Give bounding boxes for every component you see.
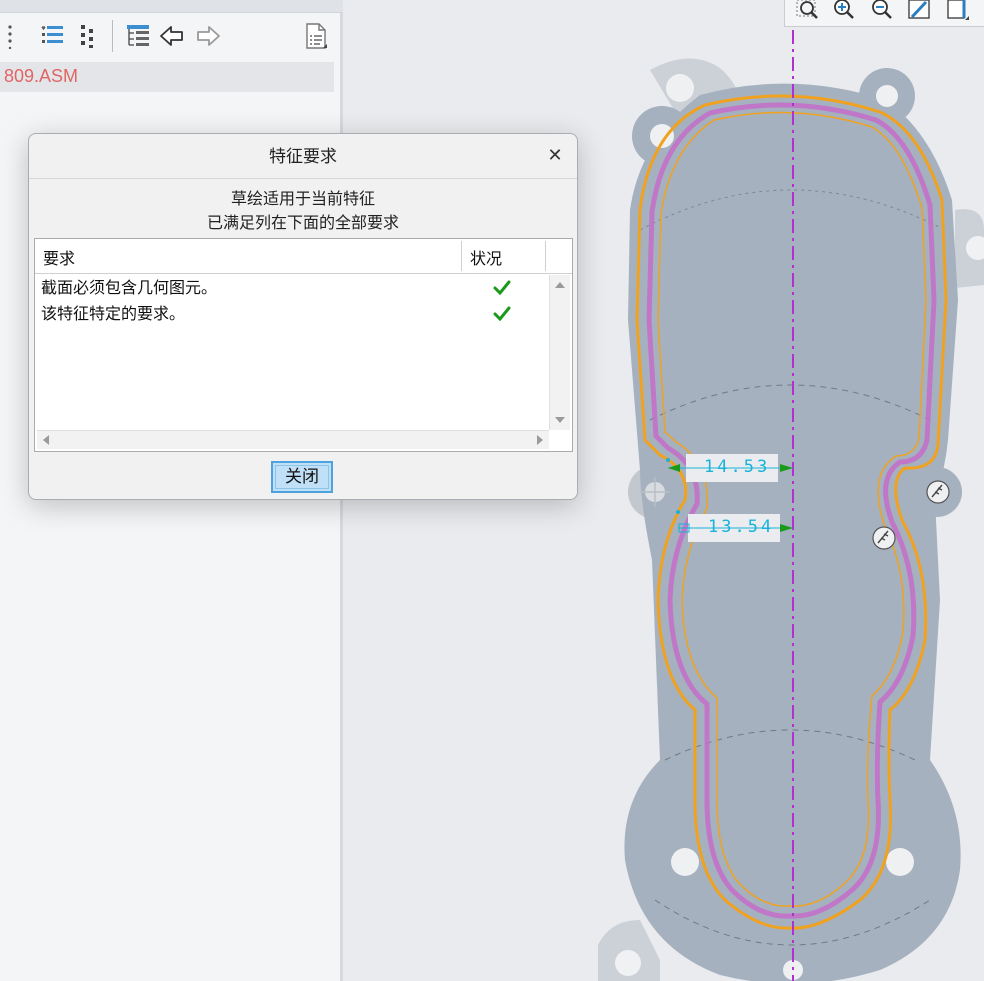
drag-handle-icon[interactable]: [0, 22, 20, 50]
requirements-table: 要求 状况 截面必须包含几何图元。 该特征特定的要求。: [34, 238, 573, 452]
status-message-line1: 草绘适用于当前特征: [230, 189, 375, 208]
status-message-line2: 已满足列在下面的全部要求: [206, 213, 399, 232]
horizontal-scrollbar[interactable]: [37, 430, 549, 449]
forward-arrow-icon[interactable]: [194, 22, 222, 50]
table-row[interactable]: 该特征特定的要求。: [35, 301, 547, 327]
column-header-requirement[interactable]: 要求: [43, 239, 75, 273]
display-style-icon[interactable]: [945, 0, 971, 22]
title-divider: [29, 178, 577, 179]
requirement-cell: 截面必须包含几何图元。: [41, 278, 218, 297]
dimension-label-1[interactable]: 14.53: [704, 457, 774, 477]
zoom-out-icon[interactable]: [869, 0, 895, 22]
show-tree-icon[interactable]: [124, 22, 152, 50]
zoom-window-icon[interactable]: [795, 0, 821, 22]
tree-filter-icon[interactable]: [38, 22, 66, 50]
assembly-name: 809.ASM: [4, 66, 79, 86]
zoom-in-icon[interactable]: [831, 0, 857, 22]
checkmark-icon: [493, 305, 511, 323]
toolbar-separator: [112, 20, 113, 52]
model-tree-root-item[interactable]: 809.ASM: [0, 62, 334, 92]
vertical-scrollbar[interactable]: [549, 275, 570, 430]
graphics-toolbar: [784, 0, 984, 27]
model-tree-toolbar: [0, 14, 340, 58]
table-row[interactable]: 截面必须包含几何图元。: [35, 275, 547, 301]
checkmark-icon: [493, 279, 511, 297]
tree-expand-icon[interactable]: [74, 22, 102, 50]
column-header-status[interactable]: 状况: [470, 239, 502, 273]
feature-requirements-dialog: 特征要求 ✕ 草绘适用于当前特征 已满足列在下面的全部要求 要求 状况 截面必须…: [28, 133, 578, 500]
dialog-title: 特征要求: [269, 147, 337, 167]
dimension-label-2[interactable]: 13.54: [708, 517, 778, 537]
column-divider[interactable]: [545, 241, 546, 271]
requirement-cell: 该特征特定的要求。: [41, 304, 186, 323]
table-header: 要求 状况: [35, 239, 572, 274]
back-arrow-icon[interactable]: [158, 22, 186, 50]
properties-icon[interactable]: [302, 22, 330, 50]
close-button[interactable]: 关闭: [271, 461, 333, 493]
close-icon[interactable]: ✕: [545, 146, 565, 166]
panel-title-strip: [0, 0, 343, 13]
column-divider[interactable]: [461, 241, 462, 271]
sketch-edit-icon[interactable]: [907, 0, 933, 22]
